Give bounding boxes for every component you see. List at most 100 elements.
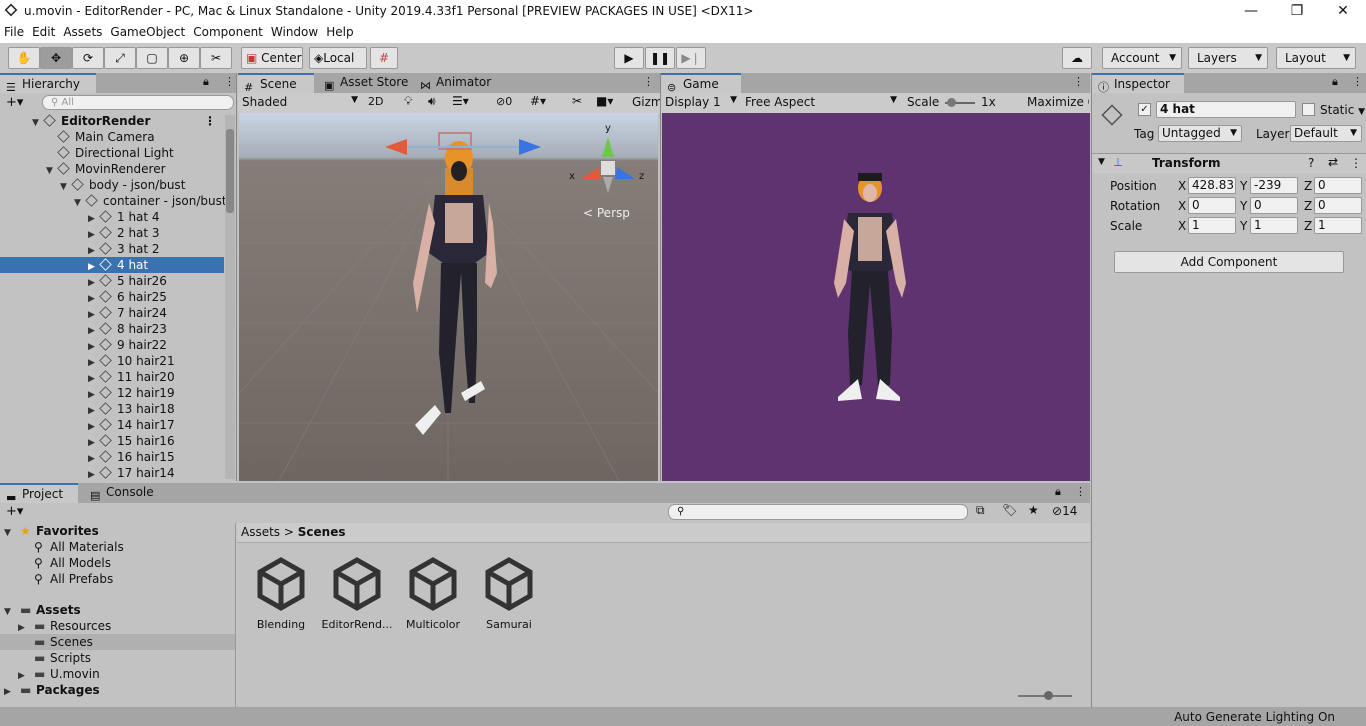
hierarchy-item[interactable]: ▶ 15 hair16 [0,433,224,449]
object-name-field[interactable]: 4 hat [1156,101,1296,118]
project-tree-item[interactable]: ⚲ All Models [0,555,235,571]
icon-size-slider[interactable] [1018,691,1072,700]
foldout-arrow-icon[interactable]: ▶ [4,684,14,700]
scene-menu-icon[interactable]: ⋮ [204,113,216,129]
panel-menu-icon[interactable]: ⋮ [643,75,654,88]
scrollbar-thumb[interactable] [226,129,234,213]
hierarchy-item[interactable]: ▼ MovinRenderer [0,161,224,177]
shading-dropdown[interactable]: Shaded ▼ [242,95,358,109]
scene-asset[interactable]: Samurai [469,556,549,631]
breadcrumb-assets[interactable]: Assets [241,525,280,539]
lock-icon[interactable]: 🔒︎ [1055,485,1061,499]
axis-x-label[interactable]: X [1178,219,1186,233]
display-dropdown[interactable]: Display 1 ▼ [665,95,737,109]
hierarchy-item[interactable]: Directional Light [0,145,224,161]
custom-tool-icon[interactable]: ✂ [200,47,232,69]
hierarchy-scrollbar[interactable] [225,115,235,479]
tab-console[interactable]: ▤ Console [84,483,164,503]
play-button[interactable]: ▶ [614,47,644,69]
effects-icon[interactable]: ☰▾ [452,94,469,108]
static-checkbox[interactable] [1302,103,1315,116]
transform-tool-icon[interactable]: ⊕ [168,47,200,69]
menu-file[interactable]: File [0,22,28,39]
hierarchy-item[interactable]: ▶ 3 hat 2 [0,241,224,257]
hierarchy-item[interactable]: ▶ 14 hair17 [0,417,224,433]
move-tool-icon[interactable]: ✥ [40,47,72,69]
breadcrumb-scenes[interactable]: Scenes [298,525,346,539]
hierarchy-item[interactable]: ▶ 16 hair15 [0,449,224,465]
audio-icon[interactable]: 🔊︎ [428,94,436,109]
axis-x-label[interactable]: X [1178,179,1186,193]
axis-y-label[interactable]: Y [1240,199,1247,213]
hidden-objects-icon[interactable]: ⊘0 [496,95,512,108]
panel-menu-icon[interactable]: ⋮ [1073,75,1084,88]
help-icon[interactable]: ? [1308,156,1314,170]
scene-viewport[interactable]: y x z < Persp [239,113,658,481]
tab-inspector[interactable]: ⓘ Inspector [1092,73,1184,94]
lock-icon[interactable]: 🔒︎ [1332,75,1338,89]
rotate-tool-icon[interactable]: ⟳ [72,47,104,69]
favorite-icon[interactable]: ★ [1028,503,1039,517]
step-button[interactable]: ▶❘ [676,47,706,69]
hierarchy-item[interactable]: ▶ 11 hair20 [0,369,224,385]
grid-toggle-icon[interactable]: #▾ [530,94,546,108]
game-viewport[interactable] [662,113,1090,481]
tools-icon[interactable]: ✂ [572,94,582,108]
hierarchy-item[interactable]: ▶ 7 hair24 [0,305,224,321]
hierarchy-item[interactable]: ▼ body - json/bust [0,177,224,193]
menu-assets[interactable]: Assets [59,22,106,39]
hierarchy-item[interactable]: ▼ container - json/bust [0,193,227,209]
hierarchy-item[interactable]: ▶ 1 hat 4 [0,209,224,225]
transform-header[interactable]: ▼ ⟂ Transform ? ⇄ ⋮ [1092,153,1366,173]
persp-label[interactable]: < Persp [583,206,630,220]
tab-project[interactable]: ▬ Project [0,483,78,504]
account-dropdown[interactable]: Account ▼ [1102,47,1182,69]
menu-window[interactable]: Window [267,22,322,39]
settings-icon[interactable]: ⇄ [1328,155,1338,169]
gizmos-dropdown[interactable]: Gizm [632,95,663,109]
axis-z-label[interactable]: Z [1304,179,1312,193]
foldout-arrow-icon[interactable]: ▼ [1098,157,1105,167]
axis-z-label[interactable]: Z [1304,199,1312,213]
hierarchy-item[interactable]: ▶ 5 hair26 [0,273,224,289]
tab-scene[interactable]: # Scene [238,73,314,94]
pause-button[interactable]: ❚❚ [645,47,675,69]
hand-tool-icon[interactable]: ✋ [8,47,40,69]
transform-z-field[interactable]: 0 [1314,197,1362,214]
lock-icon[interactable]: 🔒︎ [203,75,209,89]
scene-asset[interactable]: EditorRend... [317,556,397,631]
rect-tool-icon[interactable]: ▢ [136,47,168,69]
hierarchy-item[interactable]: ▶ 12 hair19 [0,385,224,401]
maximize-button[interactable]: ❐ [1274,0,1320,22]
cloud-icon[interactable]: ☁ [1062,47,1092,69]
hierarchy-item[interactable]: ▶ 6 hair25 [0,289,224,305]
x-axis-arrow[interactable] [385,139,407,155]
hierarchy-search[interactable]: ⚲ All [42,95,234,110]
aspect-dropdown[interactable]: Free Aspect ▼ [745,95,897,109]
layout-dropdown[interactable]: Layout ▼ [1276,47,1356,69]
z-axis-arrow[interactable] [519,139,541,155]
hierarchy-item[interactable]: Main Camera [0,129,224,145]
menu-gameobject[interactable]: GameObject [106,22,189,39]
project-tree-item[interactable]: ▼ ★ Favorites [0,523,235,539]
hierarchy-item[interactable]: ▶ 13 hair18 [0,401,224,417]
create-asset-dropdown[interactable]: +▾ [6,504,23,519]
hierarchy-item[interactable]: ▶ 8 hair23 [0,321,224,337]
axis-y-label[interactable]: Y [1240,179,1247,193]
transform-x-field[interactable]: 1 [1188,217,1236,234]
2d-toggle[interactable]: 2D [368,95,383,108]
layer-dropdown[interactable]: Default ▼ [1290,125,1362,142]
hidden-packages-icon[interactable]: ⊘14 [1052,504,1077,518]
transform-z-field[interactable]: 1 [1314,217,1362,234]
axis-z-label[interactable]: Z [1304,219,1312,233]
grid-snap-icon[interactable]: # [370,47,398,69]
hierarchy-item[interactable]: ▶ 17 hair14 [0,465,224,481]
camera-icon[interactable]: ■▾ [596,94,613,108]
create-dropdown[interactable]: +▾ [6,95,23,110]
transform-y-field[interactable]: 1 [1250,217,1298,234]
tab-asset-store[interactable]: ▣ Asset Store [318,73,418,93]
panel-menu-icon[interactable]: ⋮ [224,75,235,88]
project-tree-item[interactable]: ▶ ▬ U.movin [0,666,235,682]
transform-x-field[interactable]: 0 [1188,197,1236,214]
project-tree-item[interactable]: ⚲ All Materials [0,539,235,555]
